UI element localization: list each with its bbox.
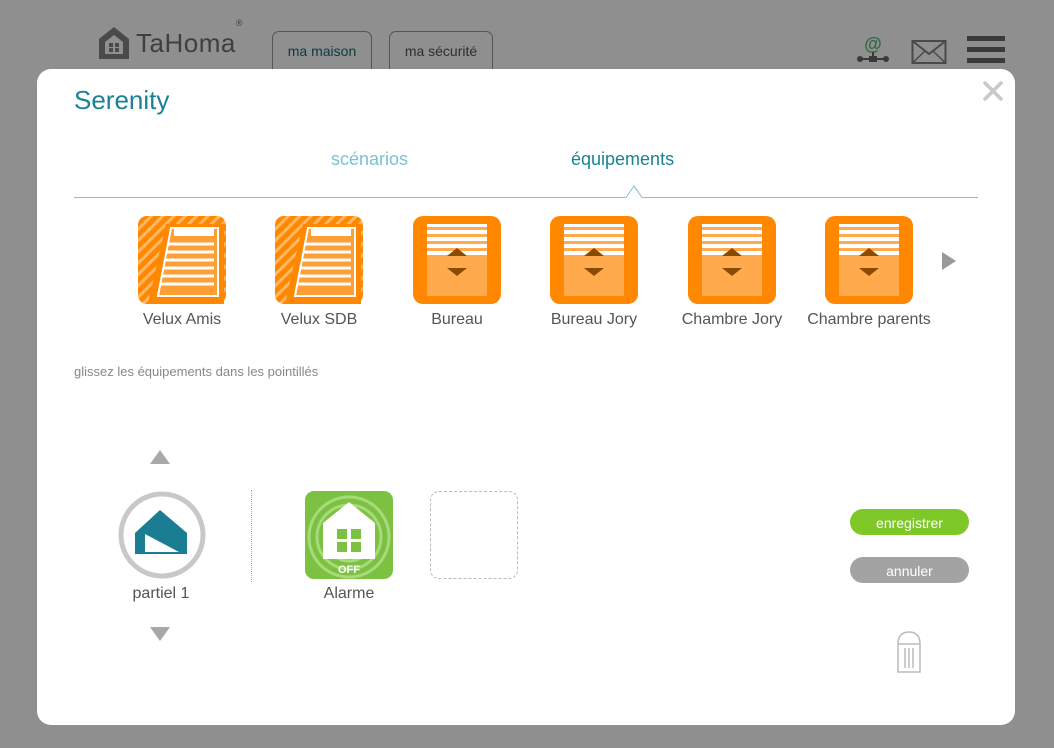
device-velux-sdb[interactable]: Velux SDB — [254, 216, 384, 329]
mail-icon[interactable] — [911, 38, 947, 66]
mode-label: partiel 1 — [132, 585, 190, 602]
alarm-device-icon[interactable]: OFF — [305, 491, 393, 579]
device-label: Velux SDB — [280, 311, 358, 328]
tab-equipements[interactable]: équipements — [571, 149, 674, 170]
device-chambre-parents[interactable]: Chambre parents — [804, 216, 934, 329]
tab-ma-securite[interactable]: ma sécurité — [389, 31, 493, 71]
close-icon[interactable] — [981, 79, 1005, 103]
mode-up-arrow-icon[interactable] — [149, 449, 171, 465]
device-velux-amis[interactable]: Velux Amis — [117, 216, 247, 329]
device-label: Chambre Jory — [681, 311, 783, 328]
tab-ma-maison[interactable]: ma maison — [272, 31, 372, 71]
save-button[interactable]: enregistrer — [850, 509, 969, 535]
velux-window-icon — [138, 216, 226, 304]
active-tab-indicator-icon — [626, 185, 642, 198]
alarm-label: Alarme — [323, 585, 375, 602]
tab-scenarios[interactable]: scénarios — [331, 149, 408, 170]
svg-text:@: @ — [864, 34, 882, 54]
tabs-divider — [74, 197, 978, 198]
device-label: Bureau — [431, 311, 483, 328]
modal-tabs: scénarios équipements — [74, 147, 978, 199]
drag-hint: glissez les équipements dans les pointil… — [74, 364, 319, 379]
app-header: TaHoma® ma maison ma sécurité @ — [0, 0, 1054, 75]
mode-down-arrow-icon[interactable] — [149, 626, 171, 642]
device-bureau[interactable]: Bureau — [392, 216, 522, 329]
empty-drop-slot[interactable] — [430, 491, 518, 579]
tahoma-logo[interactable]: TaHoma® — [98, 17, 243, 60]
network-at-icon[interactable]: @ — [855, 34, 891, 64]
device-label: Chambre parents — [807, 311, 931, 328]
device-label: Bureau Jory — [550, 311, 638, 328]
menu-icon[interactable] — [967, 34, 1005, 64]
partial-mode-icon[interactable] — [117, 490, 207, 580]
logo-text: TaHoma® — [136, 17, 243, 58]
cancel-button[interactable]: annuler — [850, 557, 969, 583]
device-carousel: Velux Amis Velux SDB Bureau Bureau Jory … — [37, 216, 1015, 336]
carousel-next-arrow-icon[interactable] — [940, 250, 958, 272]
roller-shutter-icon — [825, 216, 913, 304]
serenity-modal: Serenity scénarios équipements Velux Ami… — [37, 69, 1015, 725]
roller-shutter-icon — [688, 216, 776, 304]
house-logo-icon — [99, 27, 129, 59]
roller-shutter-icon — [550, 216, 638, 304]
device-chambre-jory[interactable]: Chambre Jory — [667, 216, 797, 329]
velux-window-icon — [275, 216, 363, 304]
vertical-divider — [251, 490, 252, 582]
alarm-state-text: OFF — [338, 564, 360, 576]
roller-shutter-icon — [413, 216, 501, 304]
trash-icon[interactable] — [896, 630, 922, 674]
device-label: Velux Amis — [142, 311, 222, 328]
device-bureau-jory[interactable]: Bureau Jory — [529, 216, 659, 329]
modal-title: Serenity — [74, 85, 170, 115]
